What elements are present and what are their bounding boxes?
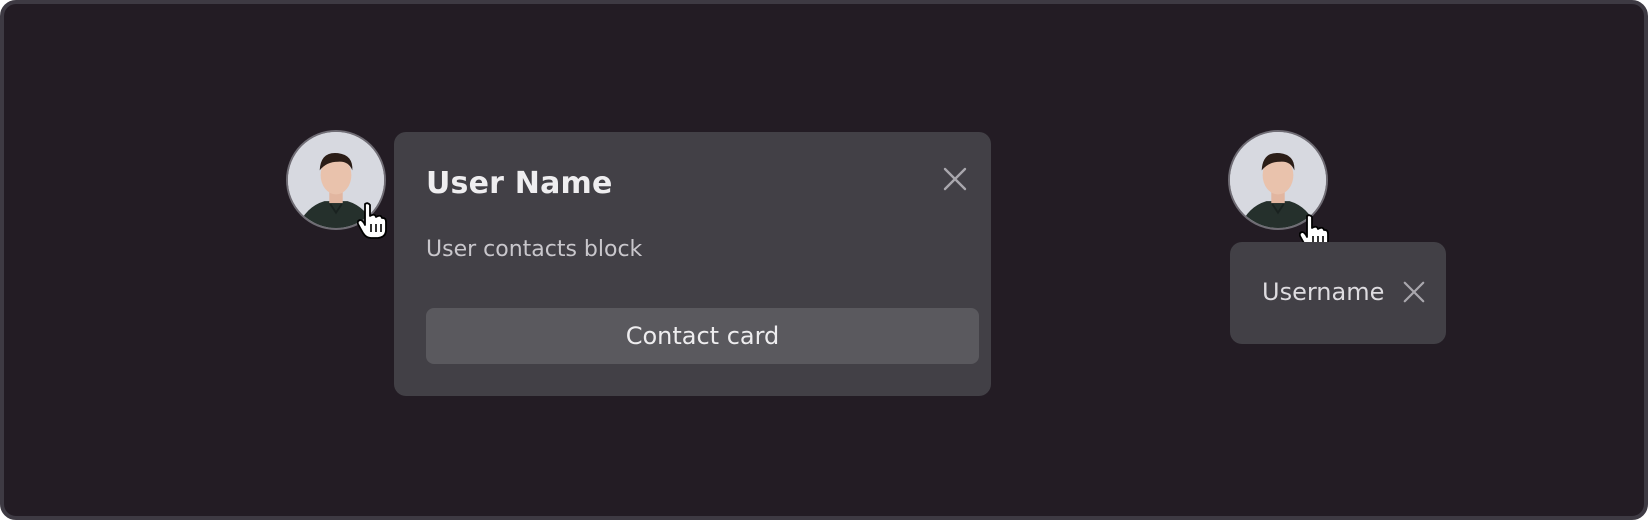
hand-pointer-cursor-icon	[357, 202, 387, 239]
close-icon[interactable]	[1402, 280, 1426, 304]
popup-description: User contacts block	[426, 237, 643, 262]
user-popup: User Name User contacts block Contact ca…	[394, 132, 991, 396]
canvas: User Name User contacts block Contact ca…	[0, 0, 1648, 520]
contact-card-button[interactable]: Contact card	[426, 308, 979, 364]
tooltip-label: Username	[1262, 278, 1385, 306]
close-icon[interactable]	[942, 166, 968, 192]
username-tooltip: Username	[1230, 242, 1446, 344]
popup-title: User Name	[426, 166, 613, 201]
